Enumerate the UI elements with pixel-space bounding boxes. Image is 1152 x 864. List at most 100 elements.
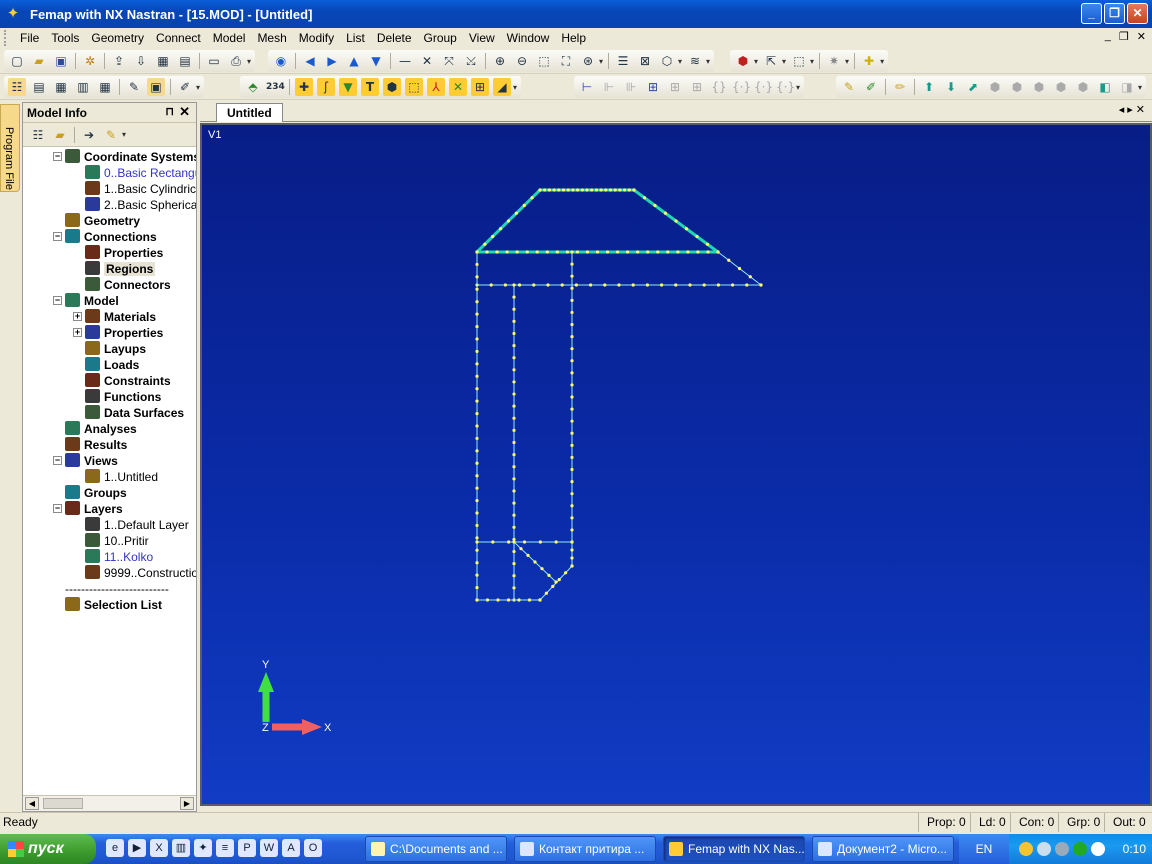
mesh-node[interactable]: [475, 250, 479, 254]
mesh-node[interactable]: [514, 211, 518, 215]
mesh-node[interactable]: [570, 322, 574, 327]
sweep-icon[interactable]: ⬈: [964, 78, 982, 96]
sketch-icon[interactable]: ✎: [840, 78, 858, 96]
mesh-node[interactable]: [570, 274, 574, 278]
mesh-node[interactable]: [475, 449, 479, 453]
mesh-node[interactable]: [512, 501, 516, 505]
analysis-icon[interactable]: ▦: [154, 52, 172, 70]
tree-brush-icon[interactable]: ✎: [102, 126, 120, 144]
expander-icon[interactable]: −: [53, 504, 62, 513]
mesh-node[interactable]: [552, 188, 556, 192]
menu-model[interactable]: Model: [207, 28, 252, 48]
mesh-node[interactable]: [631, 283, 635, 287]
tree-expand-icon[interactable]: ▰: [51, 126, 69, 144]
solid-op4-icon[interactable]: ⬢: [1052, 78, 1070, 96]
mesh-node[interactable]: [570, 467, 574, 472]
mesh-node[interactable]: [526, 553, 530, 557]
mesh-node[interactable]: [475, 486, 479, 490]
mesh-node[interactable]: [512, 453, 516, 457]
tray-warning-icon[interactable]: [1019, 842, 1033, 856]
expander-icon[interactable]: −: [53, 456, 62, 465]
mesh-node[interactable]: [706, 250, 710, 254]
expander-icon[interactable]: +: [73, 312, 82, 321]
solid-op3-icon[interactable]: ⬢: [1030, 78, 1048, 96]
magnify-icon[interactable]: ⊛: [579, 52, 597, 70]
mesh-node[interactable]: [512, 404, 516, 408]
mesh-node[interactable]: [525, 250, 529, 254]
mesh-node[interactable]: [570, 419, 574, 423]
autoscale-icon[interactable]: ⛶: [557, 52, 575, 70]
mesh-node[interactable]: [491, 234, 495, 239]
mesh-node[interactable]: [512, 380, 516, 384]
renumber-icon[interactable]: 234: [266, 78, 285, 96]
mesh-node[interactable]: [506, 598, 511, 602]
mesh-node[interactable]: [599, 188, 603, 192]
expander-icon[interactable]: −: [53, 232, 62, 241]
mesh-node[interactable]: [545, 250, 549, 254]
mesh-node[interactable]: [507, 540, 511, 544]
tab-nav[interactable]: ◂▸✕: [1119, 103, 1148, 116]
mdi-restore-icon[interactable]: ❐: [1119, 30, 1129, 43]
expander-icon[interactable]: +: [73, 328, 82, 337]
mesh-node[interactable]: [475, 536, 479, 540]
menu-list[interactable]: List: [340, 28, 371, 48]
mesh-node[interactable]: [702, 283, 706, 287]
solid-view-icon[interactable]: ⬡: [658, 52, 676, 70]
pin-icon[interactable]: ⊓: [165, 105, 174, 118]
mesh-node[interactable]: [491, 540, 495, 544]
mesh-node[interactable]: [676, 250, 680, 254]
mesh-node[interactable]: [512, 428, 516, 432]
mesh-node[interactable]: [645, 283, 649, 287]
mesh-node[interactable]: [475, 511, 479, 515]
femap-icon[interactable]: ✦: [194, 839, 212, 857]
mesh-node[interactable]: [512, 540, 516, 544]
mesh-node[interactable]: [475, 349, 479, 354]
mesh-node[interactable]: [517, 598, 521, 602]
tree-item[interactable]: + Properties: [73, 325, 163, 341]
mesh-node[interactable]: [570, 528, 574, 532]
mesh-node[interactable]: [570, 383, 574, 387]
tree-item[interactable]: Analyses: [65, 421, 137, 437]
mesh-node[interactable]: [570, 334, 574, 339]
mesh-node[interactable]: [570, 298, 574, 302]
mesh-node[interactable]: [512, 307, 516, 311]
mesh-node[interactable]: [571, 188, 575, 192]
api-icon[interactable]: ▥: [74, 78, 92, 96]
tree-item[interactable]: − Layers: [53, 501, 123, 517]
post-icon[interactable]: ▤: [176, 52, 194, 70]
tree-item[interactable]: 1..Default Layer: [85, 517, 189, 533]
femap-app-icon[interactable]: ✦: [4, 5, 22, 23]
mesh-node[interactable]: [512, 574, 516, 578]
xy-view-icon[interactable]: ✕: [418, 52, 436, 70]
mesh-node[interactable]: [618, 188, 622, 192]
mesh-node[interactable]: [533, 560, 537, 564]
mesh-node[interactable]: [570, 516, 574, 520]
task-explorer[interactable]: C:\Documents and ...: [365, 836, 507, 862]
winrar-icon[interactable]: ≡: [216, 839, 234, 857]
brace3-icon[interactable]: {·}: [754, 78, 773, 96]
constraint-icon[interactable]: ✕: [449, 78, 467, 96]
mesh-node[interactable]: [580, 188, 584, 192]
mesh-node[interactable]: [538, 188, 542, 192]
brace4-icon[interactable]: {·}: [776, 78, 795, 96]
box-icon[interactable]: ◧: [1096, 78, 1114, 96]
restore-button[interactable]: ❐: [1104, 3, 1125, 24]
mesh-node[interactable]: [604, 188, 608, 192]
mesh-node[interactable]: [570, 286, 574, 290]
mesh-node[interactable]: [561, 188, 566, 192]
mesh-node[interactable]: [570, 556, 574, 560]
mesh-node[interactable]: [522, 203, 526, 208]
mesh-node[interactable]: [705, 242, 710, 246]
mesh-node[interactable]: [512, 368, 516, 372]
mesh-node[interactable]: [570, 250, 574, 254]
view-style-icon[interactable]: ⊠: [636, 52, 654, 70]
menu-view[interactable]: View: [463, 28, 501, 48]
mesh-node[interactable]: [475, 399, 479, 403]
mesh-node[interactable]: [574, 283, 578, 287]
mesh-node[interactable]: [594, 188, 598, 192]
tree-item[interactable]: Groups: [65, 485, 127, 501]
menu-group[interactable]: Group: [418, 28, 463, 48]
menu-modify[interactable]: Modify: [293, 28, 340, 48]
mesh-node[interactable]: [745, 283, 749, 287]
mesh-node[interactable]: [535, 250, 539, 254]
